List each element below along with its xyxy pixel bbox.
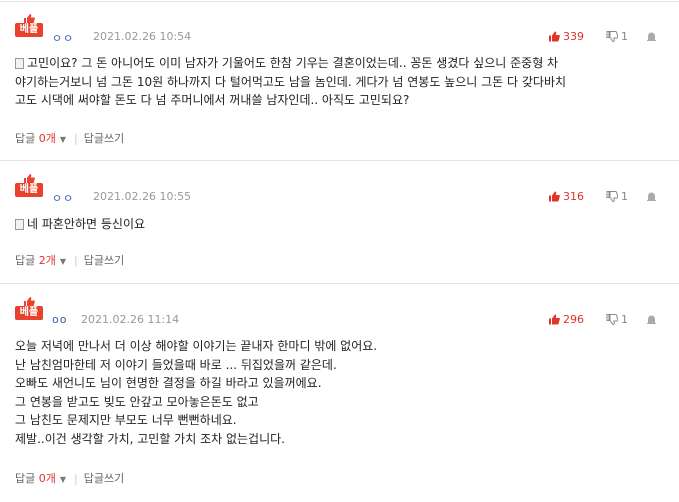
write-reply-link[interactable]: 답글쓰기 — [84, 254, 124, 267]
reply-toggle[interactable]: 답글 0개 ▼ — [15, 132, 72, 145]
caret-down-icon: ▼ — [59, 257, 67, 266]
like-button[interactable]: 296 — [548, 313, 584, 326]
dislike-button[interactable]: 1 — [606, 313, 628, 326]
divider — [0, 1, 679, 2]
comment-actions: 답글 2개 ▼ | 답글쓰기 — [15, 254, 125, 267]
report-icon[interactable] — [647, 191, 656, 201]
comment-line: 고도 시댁에 써야할 돈도 다 넘 주머니에서 꺼내쓸 남자인데.. 아직도 고… — [15, 93, 410, 107]
report-icon[interactable] — [647, 31, 656, 41]
comment-body: 고민이요? 그 돈 아니어도 이미 남자가 기울어도 한참 기우는 결혼이었는데… — [15, 54, 566, 110]
like-count: 339 — [563, 30, 584, 43]
dislike-button[interactable]: 1 — [606, 190, 628, 203]
like-button[interactable]: 339 — [548, 30, 584, 43]
best-badge: 베플 — [15, 14, 43, 38]
comment-actions: 답글 0개 ▼ | 답글쓰기 — [15, 132, 125, 145]
comment-line: 오늘 저녁에 만나서 더 이상 해야할 이야기는 끝내자 한마디 밖에 없어요. — [15, 339, 378, 353]
reply-toggle[interactable]: 답글 0개 ▼ — [15, 472, 72, 485]
comment-line: 난 남친엄마한테 저 이야기 들었을때 바로 ... 뒤집었을꺼 같은데. — [15, 357, 337, 372]
thumb-up-icon — [549, 314, 560, 325]
best-badge-label: 베플 — [15, 23, 43, 37]
best-badge: 베플 — [15, 174, 43, 198]
caret-down-icon: ▼ — [59, 475, 67, 484]
comment-body: 네 파혼안하면 등신이요 — [15, 215, 145, 234]
like-count: 316 — [563, 190, 584, 203]
thumb-down-icon — [606, 191, 618, 202]
comment-author[interactable]: oo — [52, 313, 67, 326]
comment-line: 그 남친도 문제지만 부모도 너무 뻔뻔하네요. — [15, 413, 237, 427]
comment-author[interactable]: ㅇㅇ — [52, 30, 74, 46]
thumb-down-icon — [606, 31, 618, 42]
best-badge-label: 베플 — [15, 183, 43, 197]
comment-line: 야기하는거보니 넘 그돈 10원 하나까지 다 털어먹고도 남을 놈인데. 게다… — [15, 74, 567, 89]
comment-actions: 답글 0개 ▼ | 답글쓰기 — [15, 472, 125, 485]
best-badge-label: 베플 — [15, 306, 43, 320]
comment-date: 2021.02.26 10:55 — [93, 190, 192, 203]
like-count: 296 — [563, 313, 584, 326]
reply-count: 2개 — [38, 254, 56, 267]
thumb-down-icon — [606, 314, 618, 325]
write-reply-link[interactable]: 답글쓰기 — [84, 132, 124, 145]
reply-toggle[interactable]: 답글 2개 ▼ — [15, 254, 72, 267]
write-reply-link[interactable]: 답글쓰기 — [84, 472, 124, 485]
comment-line: 고민이요? 그 돈 아니어도 이미 남자가 기울어도 한참 기우는 결혼이었는데… — [15, 54, 566, 73]
divider — [0, 283, 679, 284]
document-icon — [15, 219, 24, 230]
comment-date: 2021.02.26 11:14 — [81, 313, 180, 326]
report-icon[interactable] — [647, 314, 656, 324]
dislike-button[interactable]: 1 — [606, 30, 628, 43]
reply-count: 0개 — [38, 472, 56, 485]
comment-line: 그 연봉을 받고도 빚도 안갚고 모아놓은돈도 없고 — [15, 394, 259, 409]
document-icon — [15, 58, 24, 69]
dislike-count: 1 — [621, 190, 628, 203]
comment-date: 2021.02.26 10:54 — [93, 30, 192, 43]
reply-count: 0개 — [38, 132, 56, 145]
thumb-up-icon — [549, 191, 560, 202]
dislike-count: 1 — [621, 313, 628, 326]
comment-line: 네 파혼안하면 등신이요 — [15, 215, 145, 234]
caret-down-icon: ▼ — [59, 135, 67, 144]
comment-author[interactable]: ㅇㅇ — [52, 190, 74, 206]
like-button[interactable]: 316 — [548, 190, 584, 203]
thumb-up-icon — [549, 31, 560, 42]
best-badge: 베플 — [15, 297, 43, 321]
divider — [0, 160, 679, 161]
comment-line: 오빠도 새언니도 님이 현명한 결정을 하길 바라고 있을꺼에요. — [15, 376, 322, 390]
dislike-count: 1 — [621, 30, 628, 43]
comment-line: 제발..이건 생각할 가치, 고민할 가치 조차 없는겁니다. — [15, 431, 285, 446]
comment-body: 오늘 저녁에 만나서 더 이상 해야할 이야기는 끝내자 한마디 밖에 없어요.… — [15, 337, 377, 448]
